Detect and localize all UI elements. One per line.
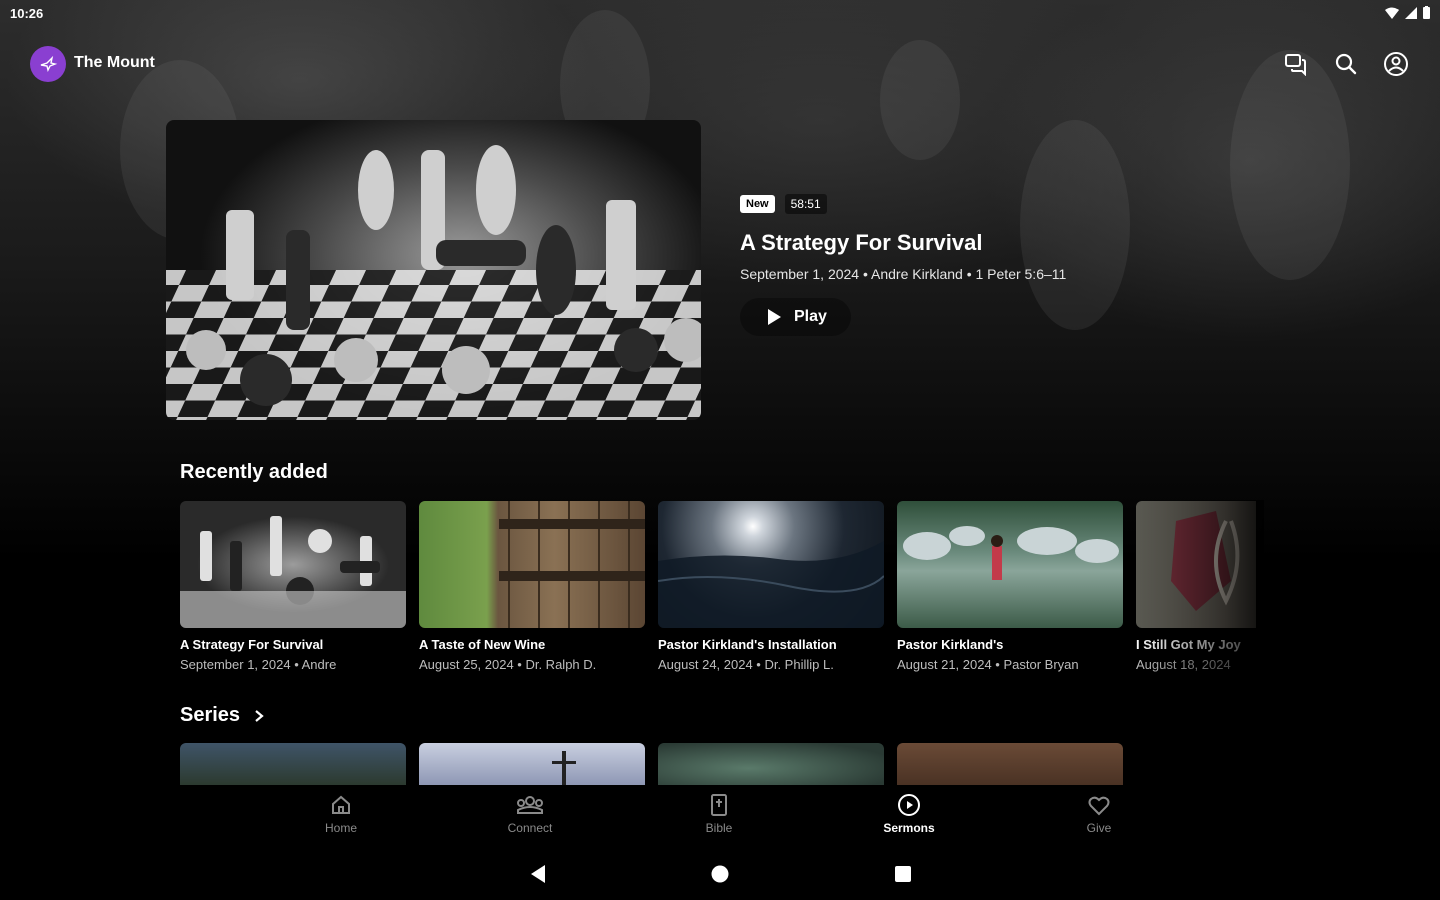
sermon-card-subtitle: September 1, 2024 • Andre xyxy=(180,657,337,672)
chess-image xyxy=(166,145,701,420)
hero-title: A Strategy For Survival xyxy=(740,230,983,255)
nav-sermons[interactable]: Sermons xyxy=(849,793,969,835)
sermon-card[interactable]: Pastor Kirkland's August 21, 2024 • Past… xyxy=(897,501,1123,672)
home-icon xyxy=(332,795,350,814)
back-triangle-icon xyxy=(531,865,545,883)
sermon-thumbnail xyxy=(897,501,1123,628)
search-button[interactable] xyxy=(1332,50,1360,78)
chess-thumb-image xyxy=(180,516,406,628)
series-thumbnail[interactable] xyxy=(419,743,645,785)
nav-label: Bible xyxy=(705,821,733,835)
hero-thumbnail[interactable] xyxy=(166,120,701,420)
recently-added-heading: Recently added xyxy=(180,461,328,484)
recents-square-icon xyxy=(895,866,911,882)
series-thumbnail[interactable] xyxy=(658,743,884,785)
cross-image xyxy=(552,751,576,785)
nav-label: Give xyxy=(1086,821,1112,835)
play-circle-icon xyxy=(898,794,920,816)
nav-give[interactable]: Give xyxy=(1039,793,1159,835)
sermon-card-title: I Still Got My Joy xyxy=(1136,637,1241,652)
chat-button[interactable] xyxy=(1282,50,1310,78)
nav-bible[interactable]: Bible xyxy=(659,793,779,835)
sermon-card-subtitle: August 24, 2024 • Dr. Phillip L. xyxy=(658,657,834,672)
nav-connect[interactable]: Connect xyxy=(470,793,590,835)
series-heading[interactable]: Series xyxy=(180,704,264,727)
status-icons xyxy=(1385,6,1430,24)
series-thumbnail[interactable] xyxy=(180,743,406,785)
ocean-image xyxy=(658,541,884,628)
nav-label: Connect xyxy=(507,821,553,835)
status-bar: 10:26 xyxy=(0,0,1440,28)
heart-icon xyxy=(1088,796,1110,816)
nav-label: Home xyxy=(324,821,357,835)
duration-badge: 58:51 xyxy=(784,194,827,214)
series-thumbnail[interactable] xyxy=(897,743,1123,785)
hero-info: New 58:51 A Strategy For Survival Septem… xyxy=(740,194,1066,336)
sermon-thumbnail xyxy=(419,501,645,628)
sermon-card-title: Pastor Kirkland's xyxy=(897,637,1004,652)
chat-icon xyxy=(1285,54,1306,76)
sermon-card[interactable]: Pastor Kirkland's Installation August 24… xyxy=(658,501,884,672)
wifi-icon xyxy=(1385,6,1399,24)
people-icon xyxy=(517,796,543,814)
new-badge: New xyxy=(740,195,775,213)
account-circle-icon xyxy=(1384,52,1408,76)
system-back-button[interactable] xyxy=(526,862,550,886)
series-title: Series xyxy=(180,704,241,726)
battery-icon xyxy=(1423,6,1430,24)
system-home-button[interactable] xyxy=(708,862,732,886)
sermon-thumbnail xyxy=(658,501,884,628)
sermon-thumbnail xyxy=(1136,501,1256,628)
sermon-card-subtitle: August 25, 2024 • Dr. Ralph D. xyxy=(419,657,597,672)
nav-label: Sermons xyxy=(883,821,935,835)
sermon-card-subtitle: August 21, 2024 • Pastor Bryan xyxy=(897,657,1079,672)
home-circle-icon xyxy=(711,865,729,883)
system-navigation-bar xyxy=(0,848,1440,900)
app-bar: The Mount xyxy=(0,40,1440,88)
signal-icon xyxy=(1405,6,1417,24)
river-image xyxy=(903,526,1119,580)
status-time: 10:26 xyxy=(10,6,44,21)
sermon-card[interactable]: A Strategy For Survival September 1, 202… xyxy=(180,501,406,672)
app-title: The Mount xyxy=(74,54,155,71)
sermon-card-subtitle: August 18, 2024 xyxy=(1136,657,1231,672)
barrel-image xyxy=(499,501,645,628)
sermon-card-title: A Taste of New Wine xyxy=(419,637,546,652)
search-icon xyxy=(1335,53,1357,75)
sermon-card-title: A Strategy For Survival xyxy=(180,637,324,652)
account-button[interactable] xyxy=(1382,50,1410,78)
app-logo[interactable] xyxy=(30,46,66,82)
play-button[interactable]: Play xyxy=(740,298,851,336)
dove-icon xyxy=(40,55,58,73)
sermon-card[interactable]: A Taste of New Wine August 25, 2024 • Dr… xyxy=(419,501,645,672)
hero-meta: September 1, 2024 • Andre Kirkland • 1 P… xyxy=(740,266,1067,282)
sermon-card[interactable]: I Still Got My Joy August 18, 2024 xyxy=(1136,501,1256,672)
bible-icon xyxy=(711,794,727,816)
play-icon xyxy=(768,309,781,325)
bottom-navigation: Home Connect Bible Sermons Give xyxy=(0,785,1440,847)
recently-added-row[interactable]: A Strategy For Survival September 1, 202… xyxy=(180,501,1256,672)
play-label: Play xyxy=(794,308,827,325)
series-row[interactable] xyxy=(180,743,1123,785)
wall-art-image xyxy=(1171,511,1240,611)
sermon-card-title: Pastor Kirkland's Installation xyxy=(658,637,837,652)
sermon-thumbnail xyxy=(180,501,406,628)
nav-home[interactable]: Home xyxy=(281,793,401,835)
chevron-right-icon xyxy=(255,709,264,722)
system-recents-button[interactable] xyxy=(891,862,915,886)
recently-added-title: Recently added xyxy=(180,461,328,483)
